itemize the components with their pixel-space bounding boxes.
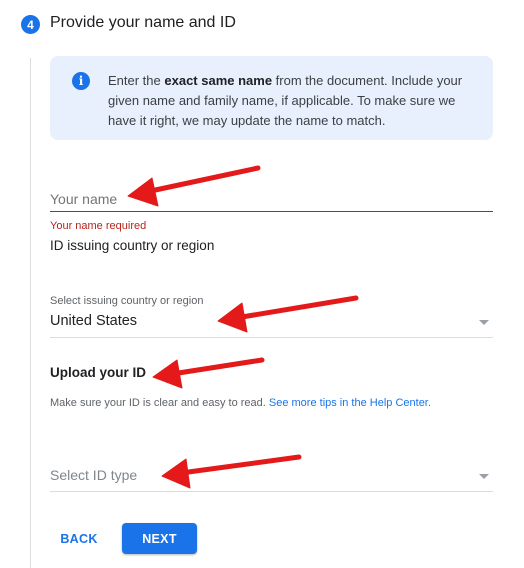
step-title: Provide your name and ID bbox=[50, 14, 236, 31]
region-label: ID issuing country or region bbox=[50, 238, 215, 253]
annotation-arrow-icon bbox=[217, 295, 359, 333]
name-input[interactable] bbox=[50, 188, 493, 210]
chevron-down-icon[interactable] bbox=[479, 320, 489, 325]
next-button[interactable]: NEXT bbox=[122, 523, 197, 554]
country-select-value[interactable]: United States bbox=[50, 313, 137, 329]
country-select-caption: Select issuing country or region bbox=[50, 295, 204, 307]
info-text: Enter the exact same name from the docum… bbox=[108, 73, 463, 128]
id-type-placeholder[interactable]: Select ID type bbox=[50, 467, 137, 483]
step-connector-line bbox=[30, 58, 31, 568]
info-text-emphasis: exact same name bbox=[164, 73, 273, 88]
id-type-underline bbox=[50, 491, 493, 492]
info-box: i Enter the exact same name from the doc… bbox=[50, 56, 493, 140]
country-select-underline bbox=[50, 337, 493, 338]
chevron-down-icon[interactable] bbox=[479, 474, 489, 479]
step-number-badge: 4 bbox=[21, 15, 40, 34]
verification-form: 4 Provide your name and ID i Enter the e… bbox=[0, 0, 524, 568]
name-error-message: Your name required bbox=[50, 220, 147, 232]
help-center-link[interactable]: See more tips in the Help Center. bbox=[269, 397, 431, 409]
annotation-arrow-icon bbox=[161, 454, 302, 489]
name-input-underline bbox=[50, 211, 493, 212]
back-button[interactable]: BACK bbox=[50, 523, 108, 554]
upload-title: Upload your ID bbox=[50, 365, 147, 380]
annotation-arrow-icon bbox=[152, 357, 265, 389]
upload-hint: Make sure your ID is clear and easy to r… bbox=[50, 397, 431, 409]
info-icon: i bbox=[72, 72, 90, 90]
